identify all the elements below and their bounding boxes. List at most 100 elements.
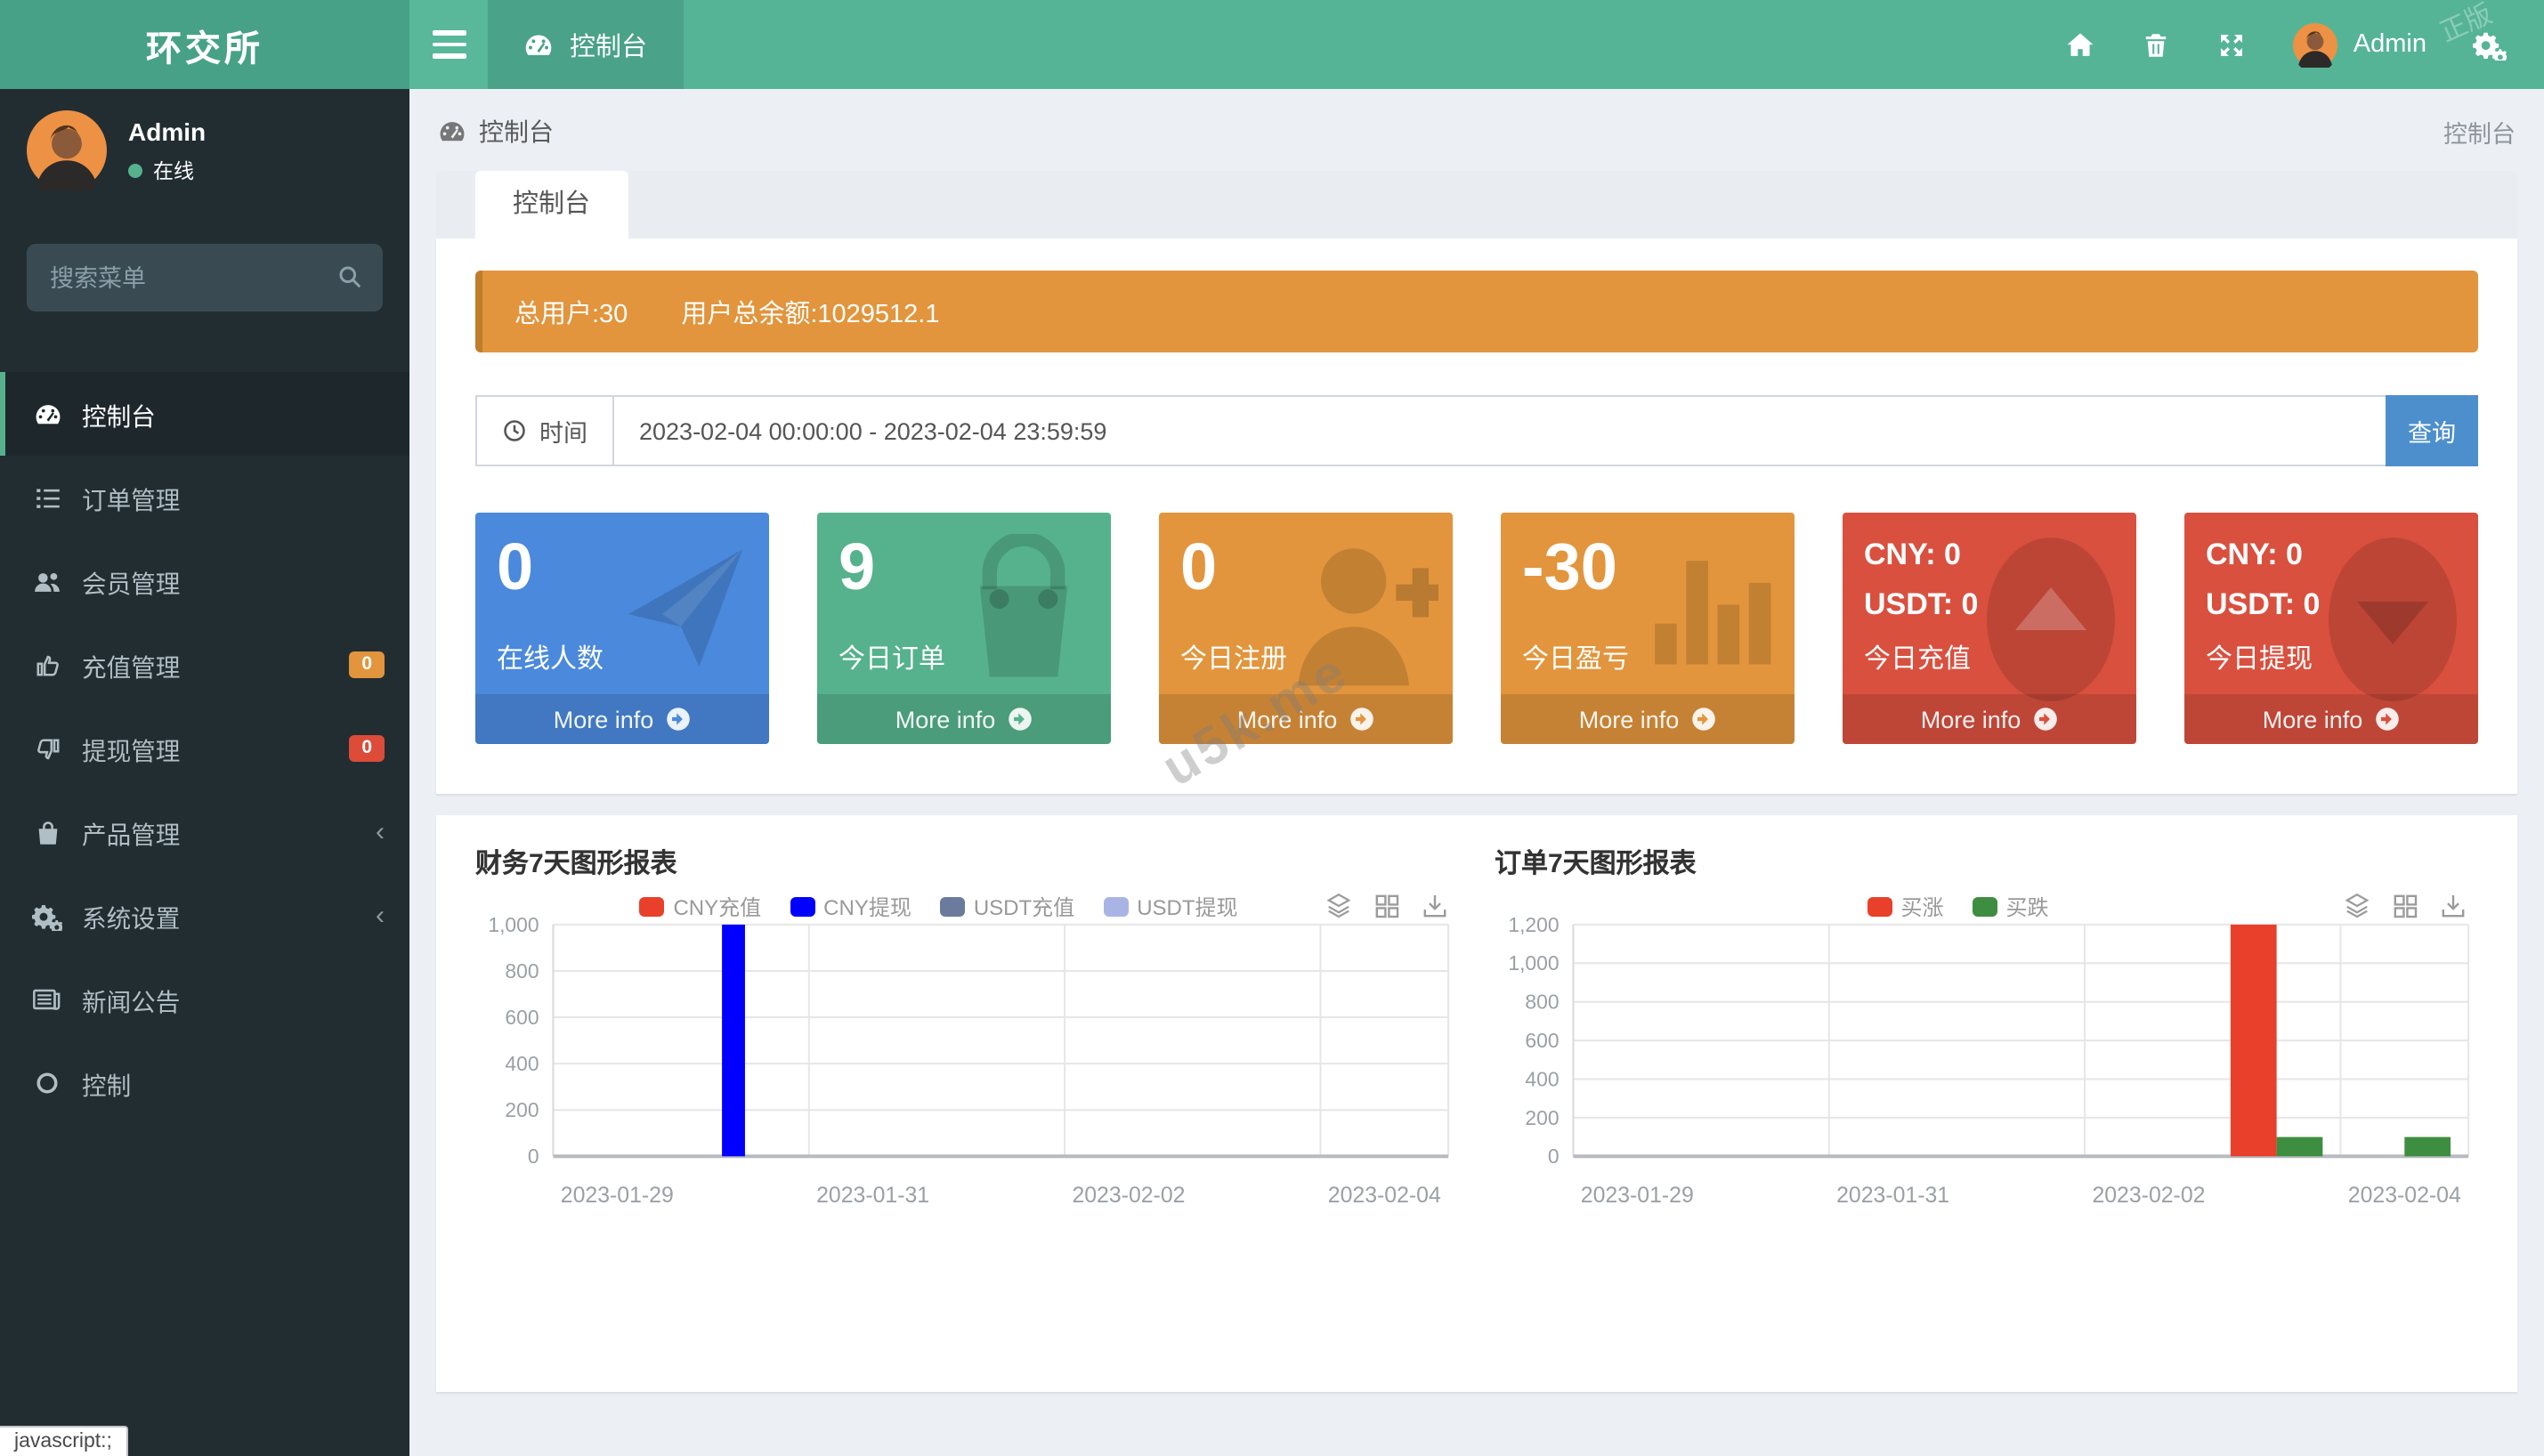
sidebar-item-control[interactable]: 控制	[0, 1041, 409, 1125]
sidebar-item-orders[interactable]: 订单管理	[0, 456, 409, 539]
circle-o-icon	[32, 1070, 62, 1096]
legend-label: CNY提现	[823, 891, 911, 921]
legend-label: CNY充值	[673, 891, 761, 921]
chevron-left-icon: ‹	[376, 819, 385, 845]
more-info-link[interactable]: More info	[817, 694, 1111, 744]
admin-dashboard: 环交所 控制台	[0, 0, 2544, 1456]
arrow-circle-right-icon	[666, 707, 691, 732]
legend-marker	[940, 896, 965, 916]
tab-dashboard[interactable]: 控制台	[475, 171, 628, 239]
sidebar-item-label: 控制台	[82, 396, 156, 432]
sidebar-item-deposits[interactable]: 充值管理 0	[0, 623, 409, 707]
more-info-link[interactable]: More info	[1501, 694, 1795, 744]
clock-icon	[502, 418, 527, 443]
svg-text:2023-02-04: 2023-02-04	[2347, 1184, 2460, 1208]
tiled-toggle-icon[interactable]	[1372, 892, 1400, 920]
sidebar-toggle-button[interactable]	[409, 0, 488, 89]
dashboard-panel: 控制台 总用户:30 用户总余额:1029512.1 时间 查询	[436, 171, 2517, 794]
finance-chart-box: 财务7天图形报表 CNY充值CNY提现USDT充值USDT提现	[461, 844, 1480, 1392]
legend-item[interactable]: CNY充值	[639, 891, 761, 921]
card-today-pnl: -30 今日盈亏 More info	[1501, 513, 1795, 744]
gauge-icon	[523, 29, 554, 60]
avatar	[2293, 22, 2337, 67]
date-range-input[interactable]	[614, 397, 2386, 465]
chart-toolbox	[2343, 892, 2467, 920]
chart-legend: CNY充值 CNY提现 USDT充值 USDT提现	[554, 891, 1324, 921]
avatar	[27, 110, 107, 190]
legend-item[interactable]: USDT充值	[940, 891, 1074, 921]
card-label: 今日注册	[1180, 639, 1287, 676]
gears-icon	[2473, 29, 2507, 60]
sidebar-item-label: 系统设置	[82, 898, 180, 934]
top-navbar: 环交所 控制台	[0, 0, 2544, 89]
navbar-tab-dashboard[interactable]: 控制台	[488, 0, 683, 89]
stack-toggle-icon[interactable]	[2343, 892, 2371, 920]
sidebar-item-settings[interactable]: 系统设置 ‹	[0, 874, 409, 958]
svg-text:1,200: 1,200	[1507, 913, 1558, 936]
card-label: 在线人数	[497, 639, 604, 676]
sidebar-item-label: 订单管理	[82, 480, 180, 515]
menu-search-input[interactable]	[27, 244, 383, 311]
svg-text:0: 0	[1547, 1145, 1559, 1168]
user-menu[interactable]: Admin	[2270, 0, 2450, 89]
svg-text:400: 400	[505, 1052, 539, 1075]
brand-logo[interactable]: 环交所	[0, 0, 409, 89]
online-status-dot	[128, 164, 142, 178]
legend-marker	[639, 896, 664, 916]
more-info-link[interactable]: More info	[1159, 694, 1453, 744]
gauge-icon	[32, 400, 62, 428]
sidebar-item-label: 会员管理	[82, 563, 180, 599]
clear-cache-button[interactable]	[2119, 0, 2193, 89]
chart-title: 订单7天图形报表	[1495, 844, 2485, 881]
gears-icon	[32, 902, 62, 930]
svg-text:800: 800	[1524, 991, 1558, 1014]
navbar-right: Admin	[2042, 0, 2544, 89]
svg-text:800: 800	[505, 959, 539, 983]
svg-text:2023-01-29: 2023-01-29	[1580, 1184, 1693, 1208]
sidebar-menu: 控制台 订单管理 会员管理 充值管理 0	[0, 372, 409, 1125]
browser-status-bar: javascript:;	[0, 1426, 128, 1456]
sidebar-item-withdrawals[interactable]: 提现管理 0	[0, 707, 409, 790]
gauge-icon	[438, 117, 466, 146]
legend-item[interactable]: 买跌	[1973, 891, 2049, 921]
dashboard-panel-body: 总用户:30 用户总余额:1029512.1 时间 查询	[436, 239, 2517, 794]
orders-bar-chart: 02004006008001,0001,2002023-01-292023-01…	[1495, 888, 2485, 1217]
thumbs-up-icon	[32, 651, 62, 679]
download-icon[interactable]	[2439, 892, 2467, 920]
query-button[interactable]: 查询	[2386, 395, 2478, 466]
sidebar-item-dashboard[interactable]: 控制台	[0, 372, 409, 456]
legend-marker	[1973, 896, 1997, 916]
tiled-toggle-icon[interactable]	[2391, 892, 2419, 920]
svg-text:600: 600	[1524, 1029, 1558, 1052]
card-label: 今日提现	[2206, 639, 2313, 676]
search-icon[interactable]	[336, 263, 363, 290]
sidebar-user-panel: Admin 在线	[0, 89, 409, 205]
legend-label: USDT提现	[1137, 891, 1237, 921]
sidebar-item-label: 控制	[82, 1065, 131, 1101]
svg-text:2023-01-31: 2023-01-31	[816, 1184, 929, 1208]
breadcrumb-current: 控制台	[2443, 114, 2516, 150]
svg-text:600: 600	[505, 1006, 539, 1029]
sidebar-item-label: 充值管理	[82, 647, 180, 683]
stack-toggle-icon[interactable]	[1324, 892, 1352, 920]
deposit-count-badge: 0	[349, 652, 385, 678]
tab-strip: 控制台	[436, 171, 2517, 239]
fullscreen-button[interactable]	[2193, 0, 2270, 89]
arrow-circle-right-icon	[2033, 707, 2058, 732]
legend-item[interactable]: 买涨	[1867, 891, 1943, 921]
sidebar-username: Admin	[128, 117, 206, 146]
card-today-registrations: 0 今日注册 More info	[1159, 513, 1453, 744]
legend-item[interactable]: CNY提现	[790, 891, 911, 921]
settings-button[interactable]	[2450, 0, 2544, 89]
sidebar-item-news[interactable]: 新闻公告	[0, 958, 409, 1041]
svg-text:400: 400	[1524, 1067, 1558, 1090]
download-icon[interactable]	[1420, 892, 1448, 920]
list-icon	[32, 483, 62, 512]
orders-chart-box: 订单7天图形报表 买涨买跌	[1480, 844, 2499, 1392]
more-info-link[interactable]: More info	[475, 694, 769, 744]
svg-text:2023-02-02: 2023-02-02	[1072, 1184, 1185, 1208]
sidebar-item-products[interactable]: 产品管理 ‹	[0, 790, 409, 874]
legend-item[interactable]: USDT提现	[1103, 891, 1237, 921]
home-button[interactable]	[2042, 0, 2119, 89]
sidebar-item-members[interactable]: 会员管理	[0, 539, 409, 623]
